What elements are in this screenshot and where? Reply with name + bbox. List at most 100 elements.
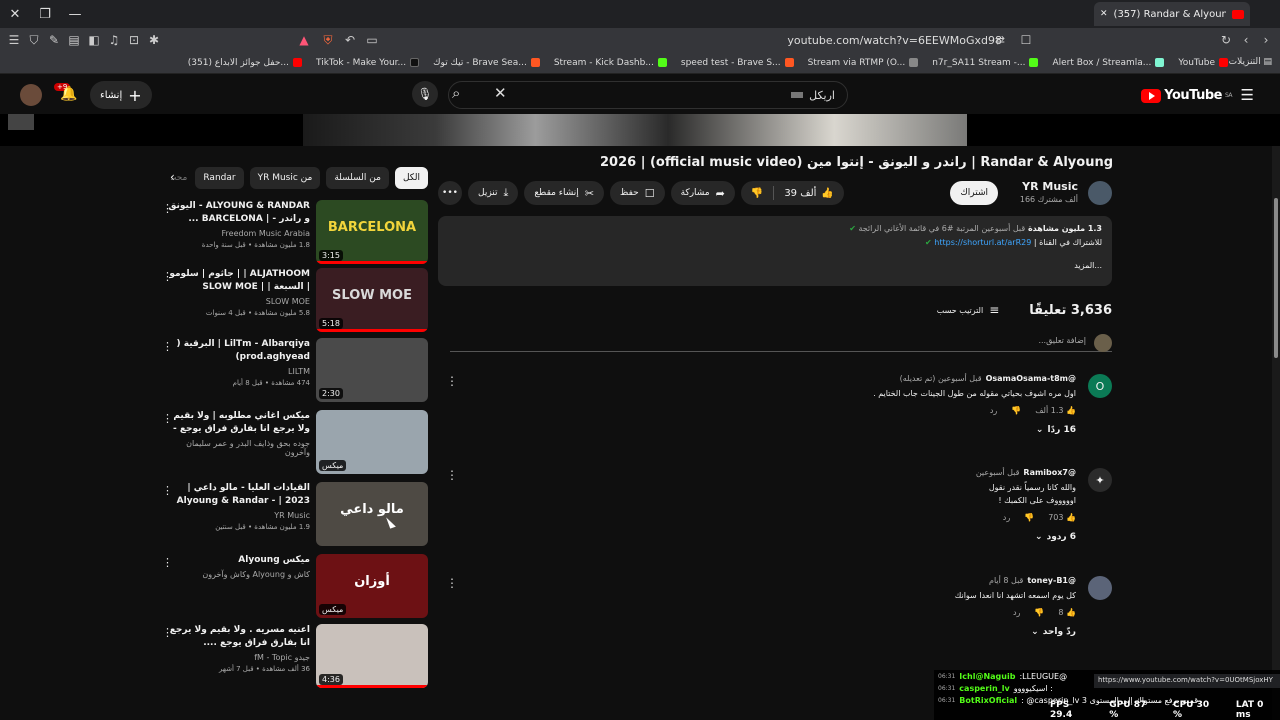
- recommendation-channel[interactable]: جيدو fM - Topic: [168, 653, 310, 662]
- bookmark-item[interactable]: Alert Box / Streamla...: [1052, 58, 1165, 68]
- chip-channel[interactable]: من YR Music: [249, 167, 321, 189]
- trending-rank[interactable]: المرتبة #6 في قائمة الأغاني الرائجة ✔: [849, 224, 979, 233]
- comment-reply-button[interactable]: رد: [990, 406, 997, 415]
- search-input[interactable]: اريكل: [448, 81, 848, 109]
- tabs-icon[interactable]: ▤: [64, 30, 84, 50]
- nav-forward-icon[interactable]: ›: [1256, 30, 1276, 50]
- minimize-window-icon[interactable]: —: [60, 7, 90, 22]
- recommendation-item[interactable]: SLOW MOE 5:18 ALJATHOOM | | جاثوم | سلومو …: [158, 268, 428, 334]
- view-replies-button[interactable]: 6 ردود ⌄: [476, 532, 1076, 542]
- recommendation-title[interactable]: القيادات العليا - مالو داعي | 2023 | Aly…: [168, 482, 310, 508]
- more-actions-button[interactable]: •••: [438, 181, 462, 205]
- bookmark-item[interactable]: تيك توك - Brave Sea...: [433, 58, 540, 68]
- chip-series[interactable]: من السلسلة: [326, 167, 389, 189]
- avatar[interactable]: [20, 84, 42, 106]
- download-button[interactable]: تنزيل ⤓: [468, 181, 519, 205]
- comment-author[interactable]: @OsamaOsama-t8mقبل أسبوعين (تم تعديله): [476, 374, 1076, 383]
- nav-back-icon[interactable]: ‹: [1236, 30, 1256, 50]
- sidebar-icon[interactable]: ◧: [84, 30, 104, 50]
- comment-like-button[interactable]: 👍 1.3 ألف: [1035, 406, 1076, 415]
- recommendation-item[interactable]: ميكس ميكس اغاني مطلوبه | ولا بقيم ولا يرج…: [158, 410, 428, 476]
- recommendation-thumbnail[interactable]: أوزان ميكس: [316, 554, 428, 618]
- recommendation-channel[interactable]: SLOW MOE: [168, 297, 310, 306]
- bookmark-item[interactable]: n7r_SA11 Stream -...: [932, 58, 1039, 68]
- address-bar[interactable]: youtube.com/watch?v=6EEWMoGxd98: [296, 30, 1030, 50]
- channel-avatar[interactable]: [1088, 181, 1112, 205]
- comment-dislike-icon[interactable]: 👎: [1011, 406, 1021, 415]
- reload-icon[interactable]: ↻: [1216, 30, 1236, 50]
- search-icon[interactable]: ⌕: [452, 84, 460, 102]
- clip-button[interactable]: إنشاء مقطع ✂: [524, 181, 605, 205]
- more-vert-icon[interactable]: ⋮: [162, 202, 173, 215]
- show-more-button[interactable]: ...المزيد: [448, 261, 1102, 270]
- comment-reply-button[interactable]: رد: [1013, 608, 1020, 617]
- youtube-logo[interactable]: YouTube SA: [1141, 88, 1233, 103]
- screenshot-icon[interactable]: ⊡: [124, 30, 144, 50]
- recommendation-thumbnail[interactable]: BARCELONA 3:15: [316, 200, 428, 264]
- comment-author[interactable]: @Ramibox7قبل أسبوعين: [476, 468, 1076, 477]
- comment-reply-button[interactable]: رد: [1003, 513, 1010, 522]
- more-vert-icon[interactable]: ⋮: [162, 556, 173, 569]
- like-button[interactable]: 39 ألف 👍: [774, 188, 844, 199]
- video-player[interactable]: [0, 114, 1280, 146]
- bookmark-icon[interactable]: ☐: [1016, 30, 1036, 50]
- add-comment-input[interactable]: إضافة تعليق...: [450, 334, 1112, 352]
- video-frame[interactable]: [303, 114, 967, 146]
- comment-dislike-icon[interactable]: 👎: [1024, 513, 1034, 522]
- recommendation-title[interactable]: اعنيه مسريه . ولا بقيم ولا يرجع انا بفار…: [168, 624, 310, 650]
- recommendation-item[interactable]: 4:36 اعنيه مسريه . ولا بقيم ولا يرجع انا …: [158, 624, 428, 690]
- comment-dislike-icon[interactable]: 👎: [1034, 608, 1044, 617]
- more-vert-icon[interactable]: ⋮: [162, 412, 173, 425]
- recommendation-thumbnail[interactable]: مالو داعي: [316, 482, 428, 546]
- bookmark-item[interactable]: حفل جوائز الابداع (351)...: [188, 58, 302, 68]
- recommendation-channel[interactable]: YR Music: [168, 511, 310, 520]
- puzzle-icon[interactable]: ✱: [144, 30, 164, 50]
- scrollbar-thumb[interactable]: [1274, 198, 1278, 358]
- commenter-avatar[interactable]: ✦: [1088, 468, 1112, 492]
- recommendation-title[interactable]: ميكس اغاني مطلوبه | ولا بقيم ولا يرجع ان…: [168, 410, 310, 436]
- description-link[interactable]: https://shorturl.at/arR29: [934, 238, 1031, 247]
- sort-comments-button[interactable]: ≡ الترتيب حسب: [937, 303, 1000, 317]
- recommendation-thumbnail[interactable]: ميكس: [316, 410, 428, 474]
- clear-search-icon[interactable]: ✕: [494, 84, 507, 102]
- bookmark-item[interactable]: Stream - Kick Dashb...: [554, 58, 667, 68]
- share-page-icon[interactable]: ⇄: [990, 30, 1010, 50]
- recommendation-thumbnail[interactable]: 2:30: [316, 338, 428, 402]
- chip-randar[interactable]: Randar: [195, 167, 244, 189]
- recommendation-item[interactable]: مالو داعي القيادات العليا - مالو داعي | 2…: [158, 482, 428, 548]
- hamburger-menu-icon[interactable]: ☰: [1241, 86, 1254, 104]
- more-vert-icon[interactable]: ⋮: [162, 340, 173, 353]
- recommendation-channel[interactable]: LILTM: [168, 367, 310, 376]
- recommendation-item[interactable]: أوزان ميكس ميكس Alyoung كاش و Alyoung وكاش …: [158, 554, 428, 620]
- bookmark-item[interactable]: speed test - Brave S...: [681, 58, 794, 68]
- create-button[interactable]: إنشاء +: [90, 81, 152, 109]
- comment-menu-icon[interactable]: ⋮: [446, 468, 458, 482]
- view-replies-button[interactable]: 16 ردًا ⌄: [476, 425, 1076, 435]
- share-button[interactable]: مشاركة ➦: [670, 181, 735, 205]
- browser-tab-active[interactable]: ✕ (357) Randar & Alyoung - Ento m: [1094, 2, 1250, 26]
- recommendation-channel[interactable]: Freedom Music Arabia: [168, 229, 310, 238]
- bookmark-item[interactable]: YouTube: [1178, 58, 1228, 68]
- channel-name[interactable]: YR Music: [1022, 180, 1078, 193]
- microphone-icon[interactable]: 🎙: [412, 81, 438, 107]
- menu-icon[interactable]: ☰: [4, 30, 24, 50]
- recommendation-title[interactable]: ميكس Alyoung: [168, 554, 310, 567]
- chevron-left-icon[interactable]: ‹: [170, 170, 175, 184]
- recommendation-channel[interactable]: جوده بحق وذايف البدر و عمر سليمان وآخرون: [168, 439, 310, 457]
- commenter-avatar[interactable]: [1088, 576, 1112, 600]
- dislike-button[interactable]: 👎: [741, 188, 773, 199]
- page-scrollbar[interactable]: [1272, 146, 1280, 720]
- music-icon[interactable]: ♫: [104, 30, 124, 50]
- extension-icon[interactable]: ✎: [44, 30, 64, 50]
- comment-author[interactable]: @toney-B1قبل 8 أيام: [476, 576, 1076, 585]
- comment-like-button[interactable]: 👍 8: [1058, 608, 1076, 617]
- recommendation-title[interactable]: LilTm - Albarqiya | البرقية ( prod.aghye…: [168, 338, 310, 364]
- close-tab-icon[interactable]: ✕: [1100, 9, 1108, 19]
- shield-icon[interactable]: ⛉: [24, 30, 44, 50]
- downloads-bookmark[interactable]: التنزيلات ▤: [1229, 57, 1272, 67]
- comment-menu-icon[interactable]: ⋮: [446, 374, 458, 388]
- subscribe-button[interactable]: اشتراك: [950, 181, 998, 205]
- more-vert-icon[interactable]: ⋮: [162, 484, 173, 497]
- recommendation-title[interactable]: ALYOUNG & RANDAR - اليونق و راندر - | BA…: [168, 200, 310, 226]
- description-box[interactable]: 1.3 مليون مشاهدة قبل أسبوعين المرتبة #6 …: [438, 216, 1112, 286]
